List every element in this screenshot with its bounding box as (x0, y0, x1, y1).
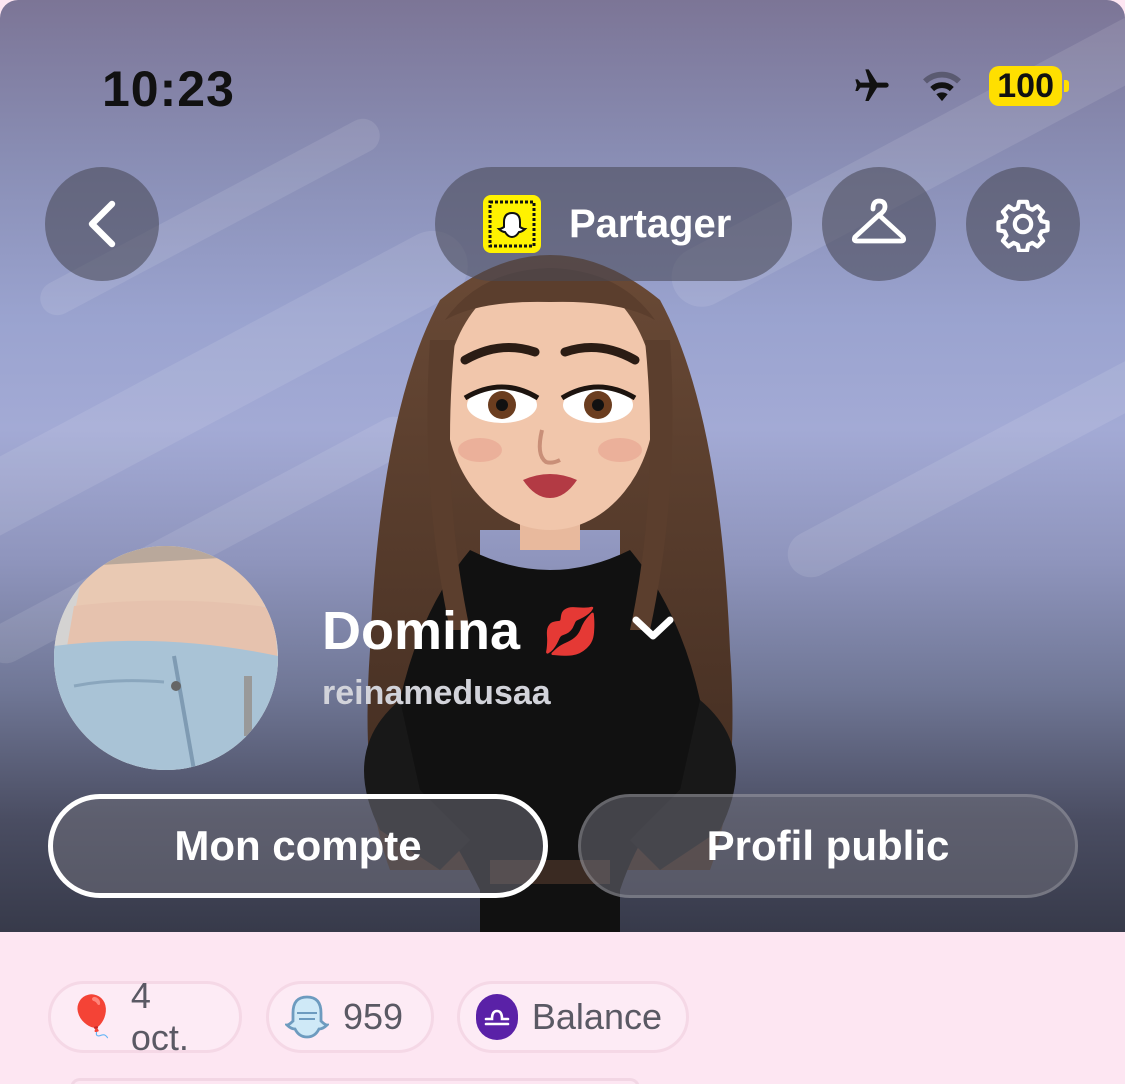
birthday-label: 4 oct. (130, 975, 189, 1058)
wardrobe-button[interactable] (822, 167, 936, 281)
display-name: Domina (322, 601, 521, 661)
my-account-button[interactable]: Mon compte (48, 794, 548, 898)
zodiac-label: Balance (531, 996, 662, 1037)
chevron-down-icon[interactable] (630, 612, 676, 644)
back-button[interactable] (45, 167, 159, 281)
status-time: 10:23 (102, 61, 235, 117)
profile-hero (0, 0, 1125, 932)
public-profile-button[interactable]: Profil public (578, 794, 1078, 898)
settings-button[interactable] (966, 167, 1080, 281)
birthday-chip[interactable]: 🎈 4 oct. (48, 975, 242, 1058)
snapscore-label: 959 (343, 996, 404, 1037)
profile-picture[interactable] (54, 546, 278, 770)
wifi-icon (923, 71, 962, 102)
battery-icon: 100 (989, 66, 1069, 106)
hanger-icon (851, 198, 907, 244)
next-row-peek (70, 1078, 640, 1084)
kiss-emoji: 💋 (542, 605, 600, 657)
display-name-row[interactable]: Domina 💋 (322, 600, 599, 662)
profile-screen: 10:23 100 Partager Domina 💋 reinamedusaa… (0, 0, 1125, 1084)
snap-ghost-score-icon (285, 995, 329, 1039)
snapscore-chip[interactable]: 959 (266, 981, 434, 1053)
zodiac-chip[interactable]: Balance (457, 981, 689, 1053)
gear-icon (996, 199, 1050, 252)
airplane-icon (855, 69, 889, 101)
balloon-icon: 🎈 (67, 995, 117, 1039)
battery-level: 100 (989, 66, 1062, 106)
snapcode-icon (483, 195, 541, 253)
share-label: Partager (569, 201, 732, 246)
chevron-left-icon (88, 200, 116, 248)
username: reinamedusaa (322, 674, 551, 712)
status-icons: 100 (849, 66, 1069, 106)
libra-icon (476, 994, 518, 1040)
share-button[interactable]: Partager (435, 167, 792, 281)
